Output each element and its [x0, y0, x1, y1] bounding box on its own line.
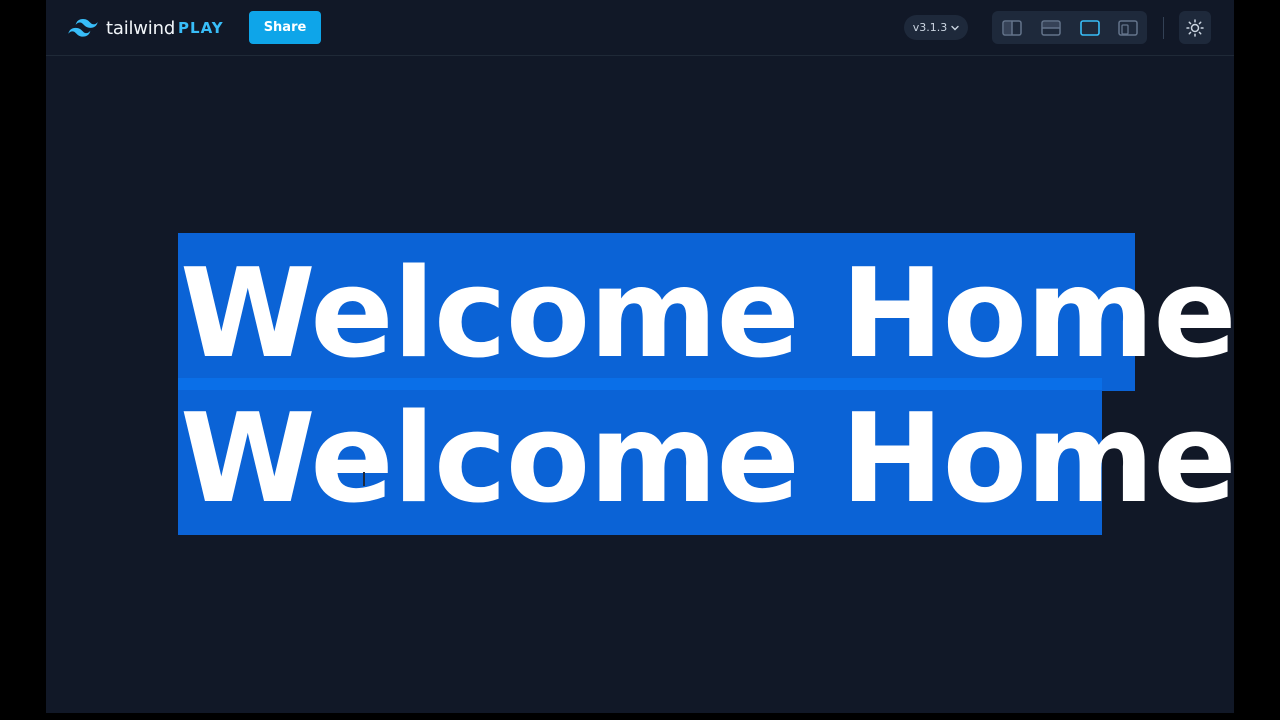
logo-wordmark: tailwind	[106, 17, 176, 39]
chevron-down-icon	[951, 25, 959, 30]
layout-horizontal-split-button[interactable]	[1032, 11, 1070, 44]
version-select[interactable]: v3.1.3	[904, 15, 968, 40]
responsive-icon	[1118, 19, 1138, 36]
welcome-headline: Welcome Home	[180, 388, 1237, 531]
layout-responsive-button[interactable]	[1109, 11, 1147, 44]
tailwind-wave-icon	[68, 19, 98, 37]
vertical-split-icon	[1002, 19, 1022, 36]
share-button[interactable]: Share	[249, 11, 321, 44]
text-cursor	[363, 472, 365, 486]
horizontal-split-icon	[1041, 19, 1061, 36]
preview-only-icon	[1080, 19, 1100, 36]
theme-toggle-button[interactable]	[1179, 11, 1211, 44]
top-bar: tailwind PLAY Share v3.1.3	[46, 0, 1234, 56]
tailwind-play-app: tailwind PLAY Share v3.1.3 Welcome Home …	[46, 0, 1237, 713]
version-label: v3.1.3	[912, 21, 948, 34]
welcome-headline: Welcome Home	[180, 243, 1237, 386]
sun-icon	[1186, 18, 1204, 37]
preview-pane[interactable]: Welcome Home Welcome Home	[46, 57, 1237, 713]
logo-play-label: PLAY	[178, 19, 224, 37]
tailwind-play-logo[interactable]: tailwind PLAY	[68, 16, 224, 40]
layout-toggle-group	[992, 11, 1147, 44]
layout-vertical-split-button[interactable]	[993, 11, 1031, 44]
header-divider	[1163, 17, 1164, 39]
layout-preview-only-button[interactable]	[1071, 11, 1109, 44]
